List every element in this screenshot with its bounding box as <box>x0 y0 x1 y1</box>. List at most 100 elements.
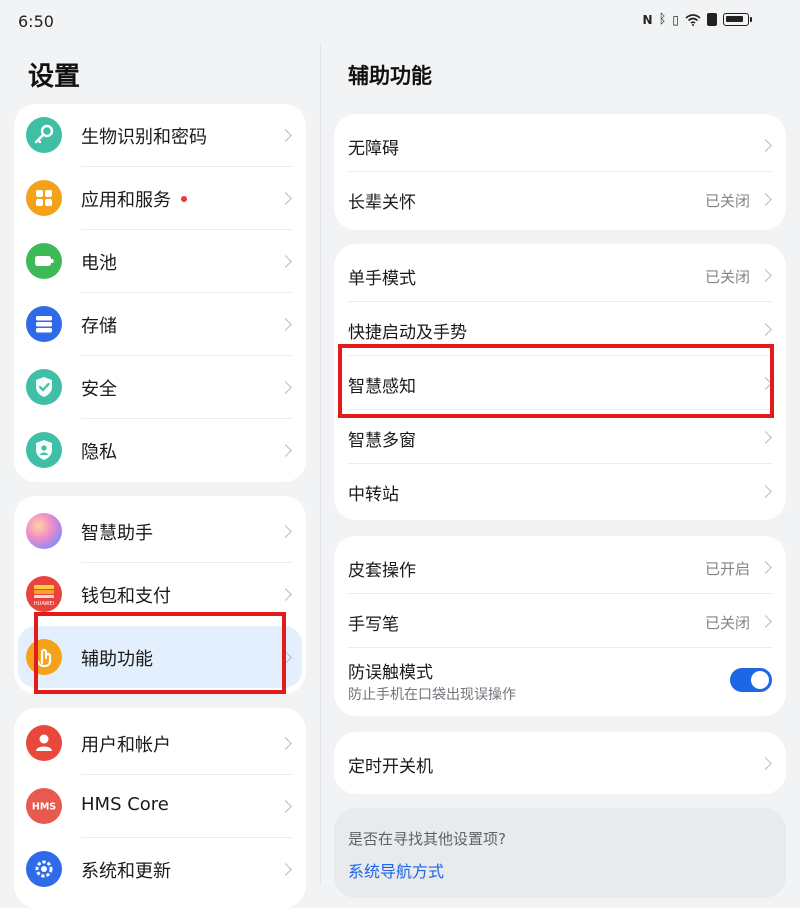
assistant-orb-icon <box>26 513 62 549</box>
chevron-right-icon <box>279 381 292 394</box>
notification-dot <box>181 196 187 202</box>
settings-item-security[interactable]: 安全 <box>14 356 306 419</box>
settings-item-users[interactable]: 用户和帐户 <box>14 712 306 775</box>
hand-pointer-icon <box>26 639 62 675</box>
settings-item-label: 隐私 <box>81 442 117 463</box>
status-value: 已关闭 <box>704 192 750 210</box>
accessibility-item-scheduled-power[interactable]: 定时开关机 <box>334 736 786 790</box>
accessibility-item-label: 智慧多窗 <box>348 431 416 451</box>
panel-divider <box>320 44 321 884</box>
accessibility-item-label: 长辈关怀 <box>348 193 416 213</box>
accessibility-item-label: 快捷启动及手势 <box>348 323 467 343</box>
settings-item-label: 应用和服务 <box>81 190 171 211</box>
settings-item-label: 存储 <box>81 316 117 337</box>
hms-icon-text: HMS <box>32 802 56 813</box>
status-value: 已开启 <box>704 560 750 578</box>
accessibility-item-label: 手写笔 <box>348 615 399 635</box>
suggestion-link-navigation[interactable]: 系统导航方式 <box>348 858 444 882</box>
settings-item-label: 辅助功能 <box>81 649 153 670</box>
chevron-right-icon <box>759 431 772 444</box>
nfc-icon: N <box>642 12 653 27</box>
settings-item-label: 安全 <box>81 379 117 400</box>
accessibility-item-smart-multi-window[interactable]: 智慧多窗 <box>334 410 786 464</box>
chevron-right-icon <box>759 377 772 390</box>
settings-item-accessibility[interactable]: 辅助功能 <box>18 626 302 688</box>
settings-item-biometrics[interactable]: 生物识别和密码 <box>14 104 306 167</box>
chevron-right-icon <box>759 561 772 574</box>
accessibility-title: 辅助功能 <box>348 64 432 88</box>
vibrate-icon: ▯ <box>672 12 679 27</box>
settings-title: 设置 <box>28 62 81 92</box>
accessibility-item-label: 中转站 <box>348 485 399 505</box>
settings-group-2: 智慧助手 HUAWEI 钱包和支付 辅助功能 <box>14 496 306 694</box>
chevron-right-icon <box>279 863 292 876</box>
chevron-right-icon <box>759 615 772 628</box>
pocket-mode-toggle[interactable] <box>730 668 772 692</box>
chevron-right-icon <box>759 323 772 336</box>
settings-item-label: 用户和帐户 <box>81 735 171 756</box>
settings-item-label: HMS Core <box>81 794 169 815</box>
settings-item-hms-core[interactable]: HMS HMS Core <box>14 775 306 838</box>
hms-icon: HMS <box>26 788 62 824</box>
settings-item-label: 生物识别和密码 <box>81 127 207 148</box>
accessibility-item-shortcuts-gestures[interactable]: 快捷启动及手势 <box>334 302 786 356</box>
settings-item-label: 电池 <box>81 253 117 274</box>
wifi-icon <box>685 13 701 26</box>
wallet-icon-text: HUAWEI <box>34 601 54 607</box>
wallet-icon: HUAWEI <box>26 576 62 612</box>
status-value: 已关闭 <box>704 614 750 632</box>
status-time: 6:50 <box>18 12 54 31</box>
settings-item-privacy[interactable]: 隐私 <box>14 419 306 482</box>
accessibility-item-pocket-mode[interactable]: 防误触模式 防止手机在口袋出现误操作 <box>334 648 786 712</box>
settings-item-assistant[interactable]: 智慧助手 <box>14 500 306 563</box>
battery-icon <box>26 243 62 279</box>
settings-item-battery[interactable]: 电池 <box>14 230 306 293</box>
user-icon <box>26 725 62 761</box>
accessibility-item-label: 无障碍 <box>348 139 399 159</box>
shield-check-icon <box>26 369 62 405</box>
privacy-shield-icon <box>26 432 62 468</box>
settings-item-label: 智慧助手 <box>81 523 153 544</box>
chevron-right-icon <box>279 255 292 268</box>
accessibility-item-smart-perception[interactable]: 智慧感知 <box>334 356 786 410</box>
accessibility-item-cover-operation[interactable]: 皮套操作 已开启 <box>334 540 786 594</box>
accessibility-item-label: 定时开关机 <box>348 757 433 777</box>
chevron-right-icon <box>759 193 772 206</box>
suggestion-question: 是否在寻找其他设置项? <box>348 830 506 848</box>
status-value: 已关闭 <box>704 268 750 286</box>
accessibility-item-label: 单手模式 <box>348 269 416 289</box>
settings-item-label: 系统和更新 <box>81 861 171 882</box>
settings-group-3: 用户和帐户 HMS HMS Core 系统和更新 <box>14 708 306 908</box>
key-icon <box>26 117 62 153</box>
chevron-right-icon <box>759 757 772 770</box>
settings-item-storage[interactable]: 存储 <box>14 293 306 356</box>
settings-item-system-update[interactable]: 系统和更新 <box>14 838 306 901</box>
accessibility-item-label: 智慧感知 <box>348 377 416 397</box>
storage-icon <box>26 306 62 342</box>
chevron-right-icon <box>759 485 772 498</box>
settings-item-apps[interactable]: 应用和服务 <box>14 167 306 230</box>
accessibility-group-3: 皮套操作 已开启 手写笔 已关闭 防误触模式 防止手机在口袋出现误操作 <box>334 536 786 716</box>
suggestion-card: 是否在寻找其他设置项? 系统导航方式 <box>334 808 786 898</box>
accessibility-item-one-hand-mode[interactable]: 单手模式 已关闭 <box>334 248 786 302</box>
status-bar: 6:50 N ᛒ ▯ <box>0 0 800 44</box>
chevron-right-icon <box>279 318 292 331</box>
chevron-right-icon <box>759 269 772 282</box>
settings-item-label: 钱包和支付 <box>81 586 171 607</box>
battery-icon <box>723 13 749 26</box>
accessibility-group-1: 无障碍 长辈关怀 已关闭 <box>334 114 786 230</box>
chevron-right-icon <box>279 651 292 664</box>
settings-group-1: 生物识别和密码 应用和服务 电池 存储 安全 隐私 <box>14 104 306 482</box>
accessibility-group-2: 单手模式 已关闭 快捷启动及手势 智慧感知 智慧多窗 中转站 <box>334 244 786 520</box>
settings-item-wallet[interactable]: HUAWEI 钱包和支付 <box>14 563 306 626</box>
chevron-right-icon <box>279 525 292 538</box>
accessibility-item-label: 防误触模式 <box>348 663 433 683</box>
accessibility-item-label: 皮套操作 <box>348 561 416 581</box>
accessibility-item-elder-care[interactable]: 长辈关怀 已关闭 <box>334 172 786 226</box>
accessibility-item-transfer-station[interactable]: 中转站 <box>334 464 786 518</box>
accessibility-item-barrier-free[interactable]: 无障碍 <box>334 118 786 172</box>
accessibility-group-4: 定时开关机 <box>334 732 786 794</box>
battery-saver-icon <box>707 13 717 26</box>
accessibility-item-stylus[interactable]: 手写笔 已关闭 <box>334 594 786 648</box>
chevron-right-icon <box>279 444 292 457</box>
